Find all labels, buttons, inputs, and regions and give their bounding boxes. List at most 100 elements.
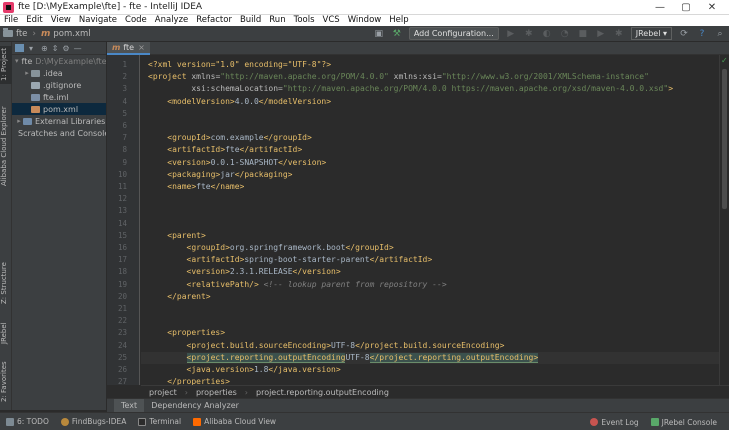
build-hammer-icon[interactable]: ⚒: [391, 28, 403, 39]
run-icon[interactable]: ▶: [505, 28, 517, 39]
menu-view[interactable]: View: [47, 15, 75, 26]
tree-item-pom-xml[interactable]: pom.xml: [12, 103, 106, 115]
code-token: <project.reporting.outputEncoding: [186, 352, 346, 363]
nav-crumb-file[interactable]: m pom.xml: [38, 29, 94, 39]
editor-tab-pom[interactable]: m fte ×: [107, 41, 150, 55]
lib-icon: [23, 117, 32, 125]
code-token: 0.0.1-SNAPSHOT: [210, 157, 279, 167]
code-token: </properties>: [167, 377, 230, 385]
tree-item-fte[interactable]: ▾ fte D:\MyExample\fte: [12, 55, 106, 67]
tool-findbugs[interactable]: FindBugs-IDEA: [60, 417, 126, 426]
code-token: </version>: [278, 157, 327, 167]
tool-jrebel-console[interactable]: JRebel Console: [650, 417, 717, 427]
jrebel-run-icon[interactable]: ▶: [595, 28, 607, 39]
code-token: </java.version>: [268, 365, 341, 374]
folder-icon: [31, 69, 40, 77]
menu-window[interactable]: Window: [344, 15, 386, 26]
menu-analyze[interactable]: Analyze: [151, 15, 193, 26]
help-icon[interactable]: ?: [696, 28, 708, 39]
code-token: UTF-8: [331, 340, 356, 350]
menu-help[interactable]: Help: [385, 15, 412, 26]
tool-alibaba-label: Alibaba Cloud View: [204, 417, 277, 426]
code-editor[interactable]: <?xml version="1.0" encoding="UTF-8"?> <p…: [141, 55, 719, 385]
breadcrumb-properties[interactable]: properties: [188, 388, 245, 397]
code-token: <groupId>: [186, 243, 230, 252]
search-everywhere-icon[interactable]: ⌕: [714, 28, 726, 39]
code-token: </groupId>: [263, 133, 312, 143]
jrebel-debug-icon[interactable]: ✱: [613, 28, 625, 39]
breadcrumb-project[interactable]: project: [141, 388, 185, 397]
code-line: <relativePath/> <!-- lookup parent from …: [148, 279, 447, 291]
code-line: <groupId>org.springframework.boot</group…: [148, 242, 394, 254]
tab-alibaba-cloud-explorer[interactable]: Alibaba Cloud Explorer: [0, 102, 12, 190]
menu-vcs[interactable]: VCS: [319, 15, 344, 26]
menu-edit[interactable]: Edit: [22, 15, 46, 26]
code-line: <name>fte</name>: [148, 181, 244, 193]
code-token: xsi:schemaLocation=: [191, 84, 283, 94]
tool-terminal[interactable]: Terminal: [138, 417, 181, 426]
line-number: 19: [117, 279, 127, 289]
code-token: </version>: [292, 267, 341, 277]
stop-icon[interactable]: ■: [577, 28, 589, 39]
tree-item-external-libraries[interactable]: ▸ External Libraries: [12, 115, 106, 127]
tool-todo-label: 6: TODO: [17, 417, 49, 426]
tree-item-fte-iml[interactable]: fte.iml: [12, 91, 106, 103]
breadcrumb-output-encoding[interactable]: project.reporting.outputEncoding: [248, 388, 397, 397]
menu-run[interactable]: Run: [265, 15, 289, 26]
expand-arrow-icon[interactable]: ▾: [15, 57, 19, 65]
collapse-all-icon[interactable]: ⇕: [52, 44, 59, 53]
nav-crumb-project[interactable]: fte: [0, 28, 30, 39]
tab-dependency-analyzer[interactable]: Dependency Analyzer: [144, 399, 246, 413]
view-dropdown-icon[interactable]: ▾: [29, 44, 33, 53]
minimize-button[interactable]: —: [647, 0, 673, 15]
hide-icon[interactable]: —: [74, 44, 82, 53]
tool-jrebel-console-label: JRebel Console: [661, 417, 717, 427]
tab-structure[interactable]: Z: Structure: [0, 262, 12, 304]
close-tab-icon[interactable]: ×: [138, 43, 145, 52]
window-title: fte [D:\MyExample\fte] - fte - IntelliJ …: [18, 2, 203, 12]
tab-project[interactable]: 1: Project: [0, 46, 12, 84]
profile-icon[interactable]: ◔: [559, 28, 571, 39]
maximize-button[interactable]: ▢: [673, 0, 699, 15]
settings-gear-icon[interactable]: ⚙: [62, 44, 69, 53]
maven-file-icon: m: [41, 28, 51, 39]
tool-event-log[interactable]: Event Log: [590, 418, 639, 427]
line-number: 24: [117, 340, 127, 350]
menu-build[interactable]: Build: [236, 15, 265, 26]
tree-item-idea[interactable]: ▸ .idea: [12, 67, 106, 79]
expand-arrow-icon[interactable]: ▸: [15, 117, 23, 125]
tab-jrebel[interactable]: JRebel: [0, 318, 12, 348]
code-token: 2.3.1.RELEASE: [229, 267, 293, 277]
menu-tools[interactable]: Tools: [290, 15, 319, 26]
locate-icon[interactable]: ⊕: [41, 44, 48, 53]
close-window-button[interactable]: ✕: [699, 0, 725, 15]
menu-refactor[interactable]: Refactor: [192, 15, 236, 26]
line-number: 6: [122, 121, 127, 130]
add-configuration-button[interactable]: Add Configuration...: [408, 27, 499, 40]
scrollbar-thumb[interactable]: [722, 69, 727, 209]
sync-icon[interactable]: ⟳: [678, 28, 690, 39]
expand-arrow-icon[interactable]: ▸: [23, 69, 31, 77]
tool-todo[interactable]: 6: TODO: [6, 417, 49, 426]
tab-text[interactable]: Text: [114, 398, 145, 413]
menu-file[interactable]: File: [0, 15, 22, 26]
jrebel-dropdown[interactable]: JRebel ▾: [630, 27, 672, 40]
folder-icon: [3, 28, 13, 37]
project-panel-header: ▾ ⊕ ⇕ ⚙ —: [12, 42, 106, 55]
menu-code[interactable]: Code: [121, 15, 151, 26]
menu-navigate[interactable]: Navigate: [75, 15, 121, 26]
coverage-icon[interactable]: ◐: [541, 28, 553, 39]
tool-alibaba-cloud-view[interactable]: Alibaba Cloud View: [193, 417, 276, 426]
debug-icon[interactable]: ✱: [523, 28, 535, 39]
tree-item-scratches-and-consoles[interactable]: Scratches and Consoles: [12, 127, 106, 139]
project-structure-icon[interactable]: ▣: [373, 28, 385, 39]
editor-scrollbar[interactable]: ✓: [719, 55, 729, 385]
tree-item-gitignore[interactable]: .gitignore: [12, 79, 106, 91]
code-token: </name>: [210, 182, 245, 191]
editor-view-tabs: Text Dependency Analyzer: [107, 398, 729, 413]
tab-favorites[interactable]: 2: Favorites: [0, 360, 12, 404]
